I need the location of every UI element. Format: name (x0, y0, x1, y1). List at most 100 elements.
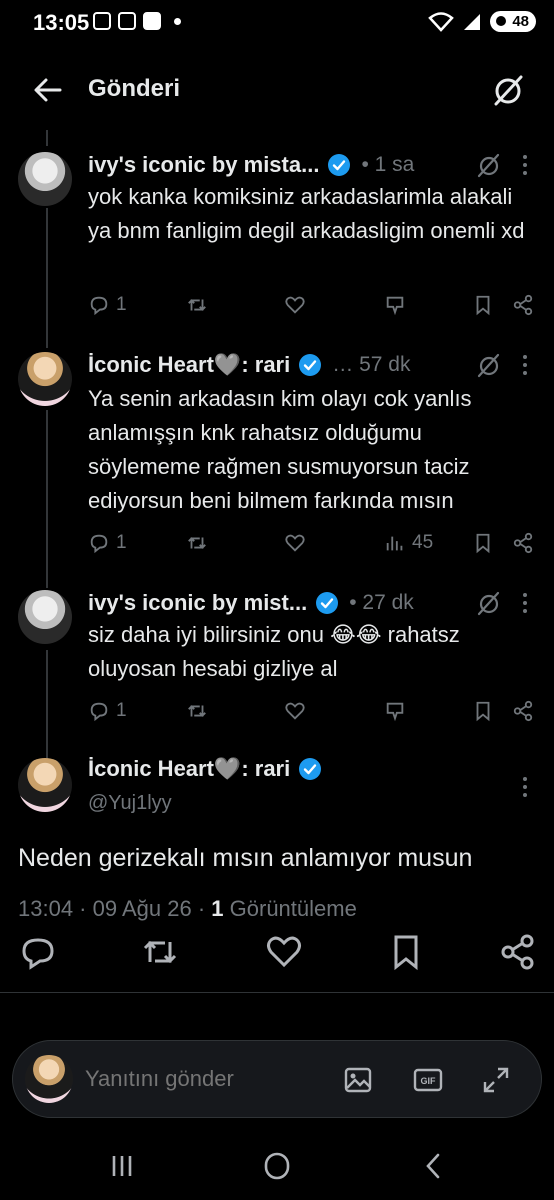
tweet-meta: 13:04 · 09 Ağu 26 · 1 Görüntüleme (18, 896, 357, 922)
signal-icon (464, 13, 481, 30)
gallery-icon (93, 12, 111, 30)
bookmark-icon (476, 701, 490, 722)
downvote-icon (386, 296, 404, 316)
tweet-time: … 57 dk (332, 353, 411, 376)
verified-badge-icon (299, 758, 322, 780)
reply-button[interactable]: 1 (88, 528, 127, 558)
status-bar: 13:05 48 (0, 0, 554, 46)
retweet-icon[interactable] (140, 932, 180, 972)
retweet-icon (188, 537, 206, 549)
retweet-button[interactable] (186, 696, 208, 726)
tweet-header: ivy's iconic by mista... • 1 sa (88, 150, 534, 180)
author-name[interactable]: ivy's iconic by mist... (88, 590, 307, 616)
tweet-actions: 1 45 (88, 528, 536, 558)
gif-icon[interactable]: GIF (413, 1065, 443, 1095)
thread-tweet[interactable]: ivy's iconic by mist... • 27 dk siz daha… (0, 588, 554, 738)
system-nav-bar (0, 1132, 554, 1200)
status-notification-icons (93, 12, 181, 30)
downvote-button[interactable] (384, 696, 406, 726)
svg-text:GIF: GIF (421, 1076, 437, 1086)
expand-icon[interactable] (481, 1065, 511, 1095)
reply-count: 1 (116, 294, 127, 315)
home-icon[interactable] (257, 1150, 297, 1182)
wifi-icon (428, 11, 455, 32)
battery-icon: 48 (490, 11, 536, 32)
bookmark-button[interactable] (472, 528, 494, 558)
verified-badge-icon (316, 592, 339, 614)
tweet-time: • 27 dk (349, 591, 414, 614)
author-name[interactable]: ivy's iconic by mista... (88, 152, 319, 178)
more-icon[interactable] (514, 352, 536, 378)
share-button[interactable] (512, 290, 534, 320)
main-author: İconic Heart🩶: rari (88, 756, 322, 782)
downvote-icon (386, 702, 404, 722)
grok-icon[interactable] (476, 590, 502, 616)
verified-badge-icon (328, 154, 351, 176)
bookmark-button[interactable] (472, 696, 494, 726)
more-icon[interactable] (514, 152, 536, 178)
grok-icon[interactable] (476, 352, 502, 378)
avatar (25, 1055, 73, 1103)
tweet-time: • 1 sa (361, 153, 415, 176)
share-icon (513, 532, 533, 554)
dot-icon (174, 17, 181, 25)
view-label[interactable]: Görüntüleme (230, 896, 357, 921)
tweet-timestamp: 13:04 · 09 Ağu 26 · (18, 896, 206, 921)
thread-tweet[interactable]: İconic Heart🩶: rari … 57 dk Ya senin ark… (0, 350, 554, 570)
bookmark-icon (476, 533, 490, 554)
author-name[interactable]: İconic Heart🩶: rari (88, 352, 290, 378)
tweet-text: siz daha iyi bilirsiniz onu 😂😂 rahatsz o… (88, 622, 460, 681)
grok-icon[interactable] (490, 72, 526, 108)
tweet-text: Ya senin arkadasın kim olayı cok yanlıs … (88, 386, 472, 513)
avatar[interactable] (18, 152, 72, 206)
like-button[interactable] (284, 290, 306, 320)
tweet-actions: 1 (88, 290, 536, 320)
retweet-button[interactable] (186, 290, 208, 320)
avatar[interactable] (18, 758, 72, 812)
grok-icon[interactable] (476, 152, 502, 178)
status-system-icons: 48 (428, 11, 536, 32)
verified-badge-icon (299, 354, 322, 376)
avatar[interactable] (18, 590, 72, 644)
back-icon[interactable] (414, 1150, 454, 1182)
thread-line (46, 130, 48, 146)
reply-button[interactable]: 1 (88, 290, 127, 320)
reply-input[interactable] (83, 1065, 327, 1093)
views-button[interactable]: 45 (384, 528, 433, 558)
heart-icon (285, 534, 305, 552)
thread-tweet[interactable]: ivy's iconic by mista... • 1 sa yok kank… (0, 150, 554, 330)
views-count: 45 (412, 532, 434, 553)
downvote-button[interactable] (384, 290, 406, 320)
reply-button[interactable]: 1 (88, 696, 127, 726)
views-chart-icon (386, 536, 403, 551)
share-button[interactable] (512, 528, 534, 558)
reply-count: 1 (116, 700, 127, 721)
more-icon[interactable] (514, 590, 536, 616)
retweet-button[interactable] (186, 528, 208, 558)
share-icon (513, 700, 533, 722)
heart-icon[interactable] (264, 932, 304, 972)
reply-icon (90, 296, 108, 316)
share-button[interactable] (512, 696, 534, 726)
reply-count: 1 (116, 532, 127, 553)
bookmark-icon[interactable] (386, 932, 426, 972)
arrow-left-icon[interactable] (30, 72, 66, 108)
reply-icon[interactable] (18, 932, 58, 972)
main-tweet-text: Neden gerizekalı mısın anlamıyor musun (18, 844, 473, 872)
reply-icon (90, 534, 108, 554)
image-icon[interactable] (343, 1065, 373, 1095)
like-button[interactable] (284, 696, 306, 726)
more-icon[interactable] (514, 774, 536, 800)
share-icon[interactable] (498, 932, 538, 972)
tweet-header: İconic Heart🩶: rari … 57 dk (88, 350, 534, 380)
like-button[interactable] (284, 528, 306, 558)
header: Gönderi (0, 60, 554, 120)
page-title: Gönderi (88, 75, 181, 102)
bookmark-button[interactable] (472, 290, 494, 320)
tweet-text: yok kanka komiksiniz arkadaslarimla alak… (88, 184, 525, 243)
heart-icon (285, 296, 305, 314)
author-handle[interactable]: @Yuj1lyy (88, 792, 172, 815)
author-name[interactable]: İconic Heart🩶: rari (88, 756, 290, 782)
recent-apps-icon[interactable] (102, 1150, 142, 1182)
avatar[interactable] (18, 352, 72, 406)
